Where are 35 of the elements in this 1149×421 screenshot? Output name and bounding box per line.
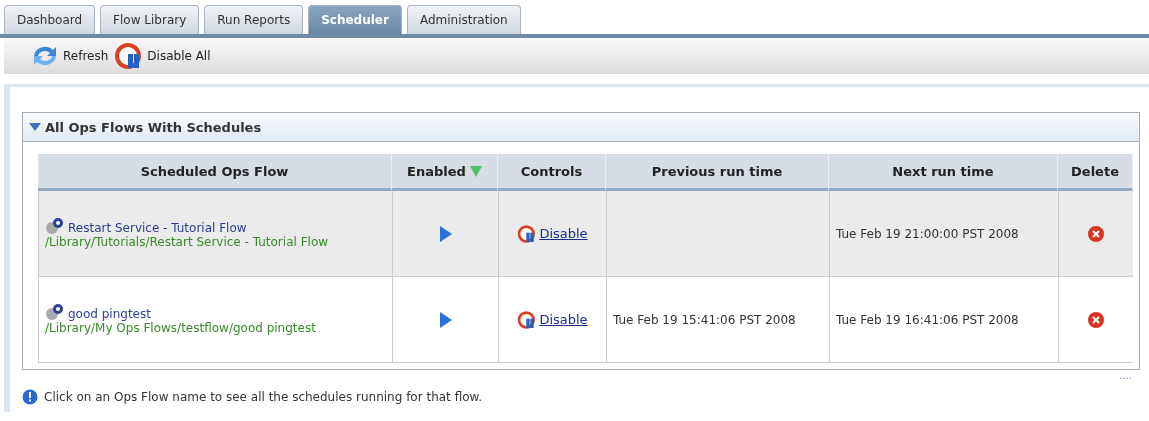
alarm-clock-icon — [517, 223, 538, 244]
column-header: Controls — [498, 154, 606, 191]
play-icon[interactable] — [438, 310, 453, 329]
flow-link[interactable]: Restart Service - Tutorial Flow — [45, 216, 247, 235]
gear-icon — [45, 302, 65, 321]
next-run-time: Tue Feb 19 21:00:00 PST 2008 — [836, 226, 1019, 241]
gear-icon — [45, 216, 65, 235]
panel-header[interactable]: All Ops Flows With Schedules — [23, 113, 1139, 142]
info-icon — [22, 389, 38, 405]
column-header: Scheduled Ops Flow — [38, 154, 392, 191]
delete-icon[interactable] — [1087, 224, 1105, 243]
hint-text: Click on an Ops Flow name to see all the schedules running for that flow. — [44, 390, 483, 404]
column-header: Next run time — [829, 154, 1058, 191]
disable-all-button[interactable]: Disable All — [114, 41, 211, 71]
flow-path: /Library/Tutorials/Restart Service - Tutorial Flow — [45, 234, 329, 251]
column-header: Enabled — [392, 154, 498, 191]
alarm-clock-icon — [517, 309, 538, 330]
tab[interactable]: Flow Library — [100, 5, 200, 34]
next-run-time: Tue Feb 19 16:41:06 PST 2008 — [836, 312, 1019, 327]
refresh-button[interactable]: Refresh — [30, 42, 109, 70]
tab[interactable]: Dashboard — [4, 5, 96, 34]
previous-run-time: Tue Feb 19 15:41:06 PST 2008 — [613, 312, 796, 327]
disable-link[interactable]: Disable — [517, 309, 588, 330]
flow-path: /Library/My Ops Flows/testflow/good pingtest — [45, 320, 316, 337]
column-header: Previous run time — [606, 154, 829, 191]
sort-icon — [469, 165, 482, 177]
play-icon[interactable] — [438, 224, 453, 243]
disable-link[interactable]: Disable — [517, 223, 588, 244]
tab[interactable]: Run Reports — [204, 5, 304, 34]
flow-link[interactable]: good pingtest — [45, 302, 151, 321]
more-dots: .... — [1118, 370, 1133, 381]
tab[interactable]: Administration — [406, 5, 521, 34]
caret-icon[interactable] — [29, 122, 41, 132]
delete-icon[interactable] — [1087, 310, 1105, 329]
column-header: Delete — [1058, 154, 1133, 191]
